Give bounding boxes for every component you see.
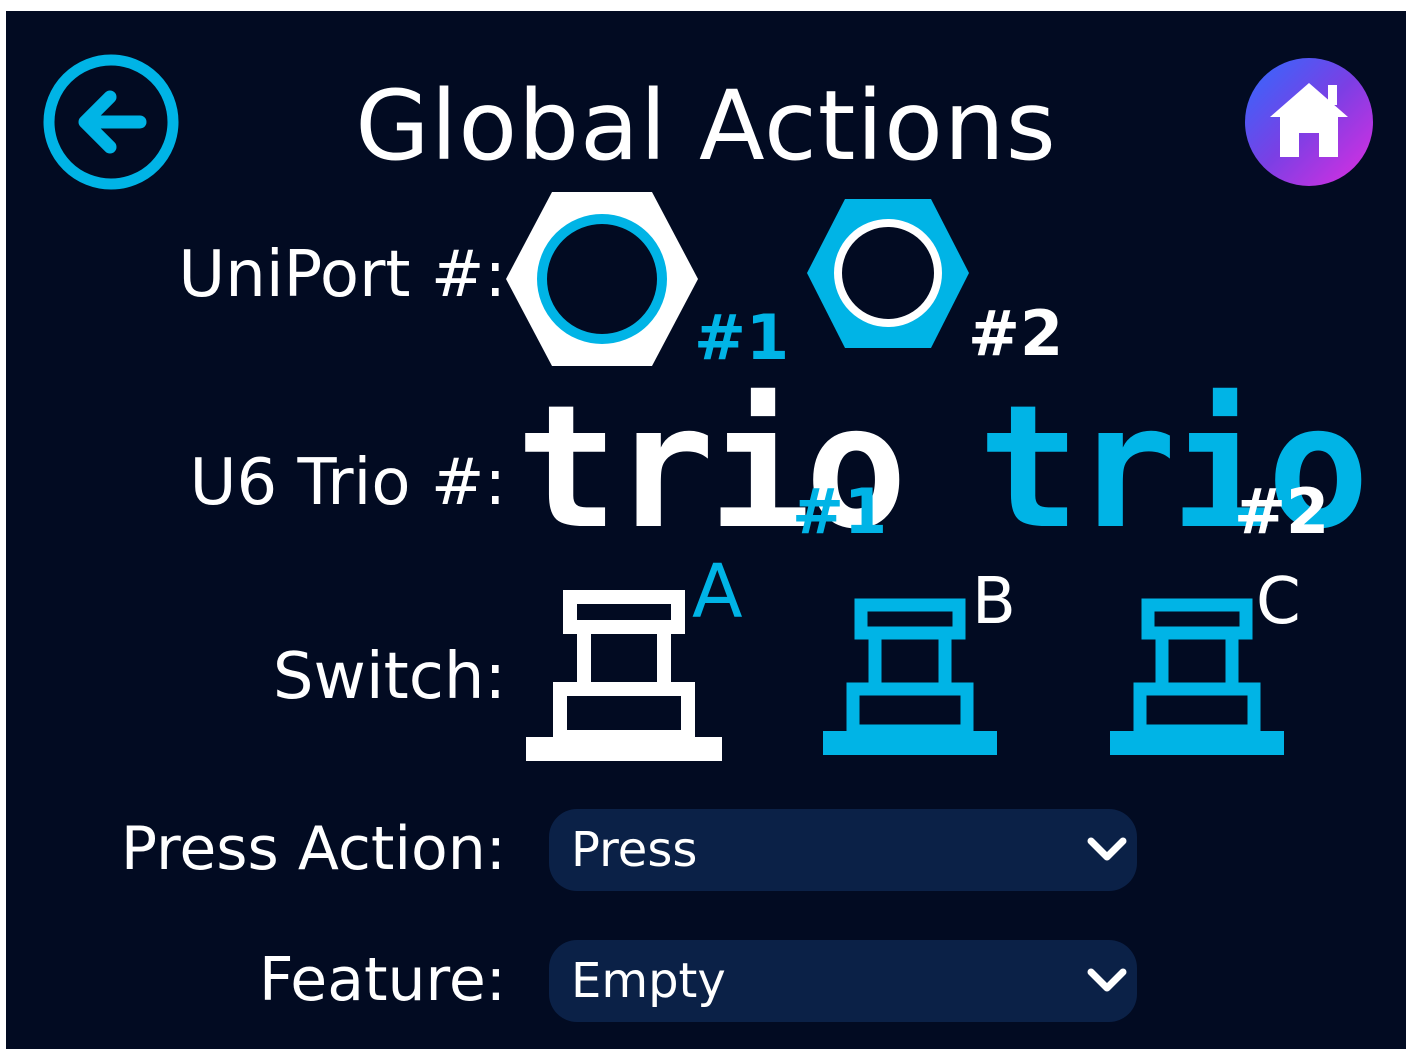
- switch-tag-a: A: [692, 549, 743, 635]
- page-title: Global Actions: [355, 70, 1057, 182]
- u6-trio-tag-1: #1: [792, 475, 888, 548]
- uniport-option-2[interactable]: [803, 196, 973, 351]
- feature-label: Feature:: [259, 945, 506, 1015]
- uniport-tag-2: #2: [968, 297, 1064, 370]
- switch-tag-c: C: [1256, 565, 1301, 639]
- press-action-label: Press Action:: [120, 814, 506, 884]
- hex-nut-icon: [506, 192, 698, 366]
- switch-tag-b: B: [972, 565, 1016, 639]
- chevron-down-icon: [1087, 968, 1127, 992]
- switch-label: Switch:: [272, 640, 506, 714]
- press-action-value: Press: [571, 822, 698, 878]
- home-button[interactable]: [1242, 55, 1376, 189]
- feature-value: Empty: [571, 953, 726, 1009]
- global-actions-screen: Global Actions UniPort #: #1 #2 U6 Trio …: [6, 11, 1406, 1049]
- home-icon: [1245, 58, 1373, 186]
- uniport-tag-1: #1: [694, 301, 790, 374]
- uniport-option-1[interactable]: [502, 189, 702, 369]
- uniport-label: UniPort #:: [178, 238, 506, 312]
- u6-trio-tag-2: #2: [1234, 475, 1330, 548]
- press-action-select[interactable]: Press: [549, 809, 1137, 891]
- chevron-down-icon: [1087, 837, 1127, 861]
- u6-trio-label: U6 Trio #:: [189, 446, 506, 520]
- hex-nut-icon: [807, 199, 969, 348]
- feature-select[interactable]: Empty: [549, 940, 1137, 1022]
